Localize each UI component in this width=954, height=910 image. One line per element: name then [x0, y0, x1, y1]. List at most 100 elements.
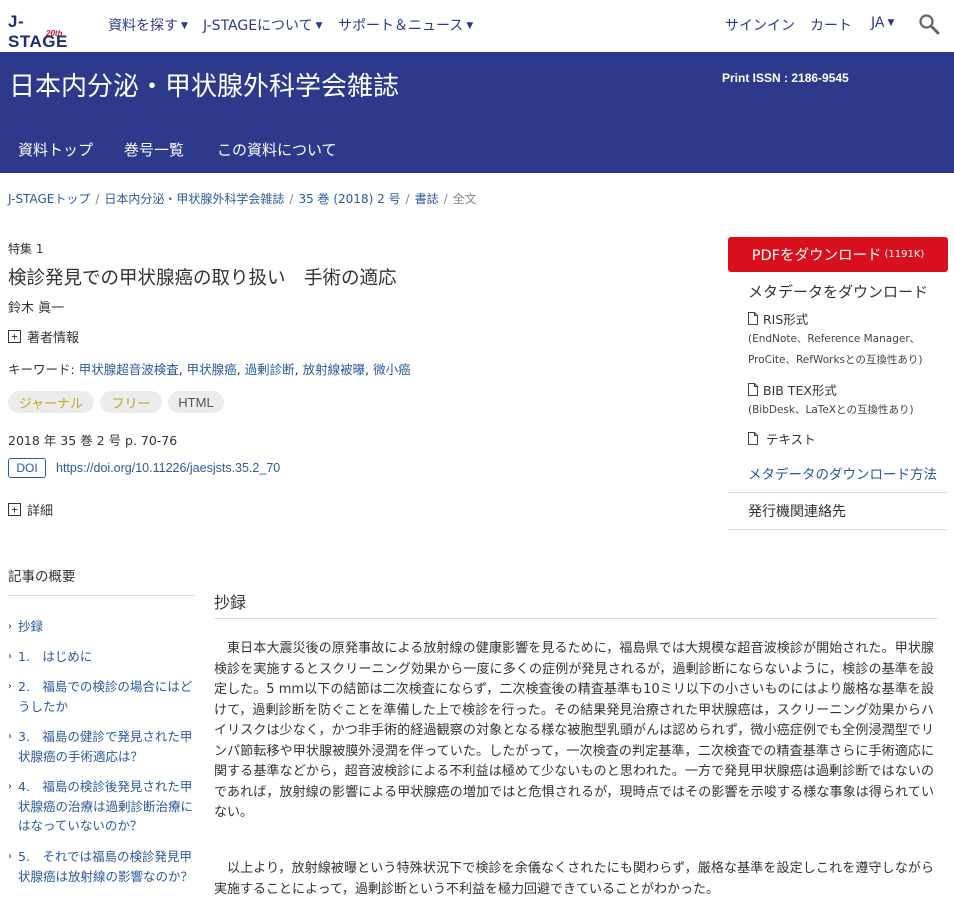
tag-free: フリー: [100, 391, 162, 413]
pdf-label: PDFをダウンロード: [751, 248, 882, 264]
outline-item-abstract[interactable]: › 抄録: [8, 617, 198, 637]
ris-compat-note: ProCite、RefWorksとの互換性あり): [748, 354, 923, 366]
pdf-size: (1191K): [884, 249, 925, 260]
text-download-link[interactable]: テキスト: [748, 429, 816, 448]
caret-down-icon: ▼: [181, 21, 188, 31]
breadcrumb-journal[interactable]: 日本内分泌・甲状腺外科学会雑誌: [104, 192, 284, 206]
divider: [728, 492, 948, 493]
metadata-download-heading: メタデータをダウンロード: [748, 283, 929, 301]
outline-item-label: 抄録: [18, 619, 44, 634]
outline-title: 記事の概要: [8, 569, 76, 585]
outline-item-label: 1. はじめに: [18, 649, 93, 664]
tab-journal-top[interactable]: 資料トップ: [18, 139, 93, 160]
ris-compat-note: (EndNote、Reference Manager、: [748, 333, 921, 345]
tag-journal: ジャーナル: [8, 391, 94, 413]
keyword-link[interactable]: 甲状腺癌: [187, 362, 237, 377]
breadcrumb-issue[interactable]: 35 巻 (2018) 2 号: [298, 192, 400, 206]
nav-label: サポート＆ニュース: [338, 18, 464, 34]
keyword-link[interactable]: 微小癌: [373, 362, 411, 377]
logo-badge: 20th: [46, 29, 63, 38]
keywords: キーワード: 甲状腺超音波検査, 甲状腺癌, 過剰診断, 放射線被曝, 微小癌: [8, 362, 411, 377]
divider: [214, 618, 938, 619]
signin-link[interactable]: サインイン: [725, 15, 795, 35]
divider: [8, 595, 195, 596]
nav-about-jstage[interactable]: J-STAGEについて ▼: [203, 15, 323, 35]
outline-item-section-3[interactable]: › 3. 福島の健診で発見された甲状腺癌の手術適応は？: [8, 727, 198, 766]
breadcrumb-separator: /: [289, 192, 294, 206]
file-icon: [748, 432, 758, 445]
breadcrumb: J-STAGEトップ / 日本内分泌・甲状腺外科学会雑誌 / 35 巻 (2018) 2…: [8, 190, 477, 207]
caret-down-icon: ▼: [887, 18, 895, 28]
nav-support-news[interactable]: サポート＆ニュース ▼: [338, 15, 473, 35]
bibtex-download-link[interactable]: BIB TEX形式: [748, 380, 837, 399]
journal-title[interactable]: 日本内分泌・甲状腺外科学会雑誌: [9, 66, 399, 103]
publisher-contact-link[interactable]: 発行機関連絡先: [748, 501, 846, 521]
tab-issue-list[interactable]: 巻号一覧: [124, 139, 184, 160]
article-title: 検診発見での甲状腺癌の取り扱い 手術の適応: [8, 268, 397, 289]
outline-item-label: 2. 福島での検診の場合にはどうしたか: [18, 679, 193, 714]
abstract-paragraph: 以上より，放射線被曝という特殊状況下で検診を余儀なくされたにも関わらず，厳格な基…: [214, 861, 934, 897]
outline-item-section-4[interactable]: › 4. 福島の検診後発見された甲状腺癌の治療は過剰診断治療にはなっていないのか？: [8, 777, 198, 836]
chevron-right-icon: ›: [8, 731, 12, 742]
author-name: 鈴木 眞一: [8, 301, 65, 316]
details-label: 詳細: [27, 504, 54, 519]
logo-text: J-STAGE: [8, 12, 68, 51]
top-navigation: J-STAGE 20th 資料を探す ▼ J-STAGEについて ▼ サポート＆ニュ…: [0, 0, 954, 52]
doi-link[interactable]: https://doi.org/10.11226/jaesjsts.35.2_7…: [56, 461, 280, 475]
abstract-paragraph: 東日本大震災後の原発事故による放射線の健康影響を見るために，福島県では大規模な超…: [214, 641, 934, 820]
details-toggle[interactable]: + 詳細: [8, 500, 53, 519]
breadcrumb-separator: /: [405, 192, 410, 206]
search-icon[interactable]: [918, 13, 940, 35]
nav-label: J-STAGEについて: [203, 18, 313, 34]
nav-search-resources[interactable]: 資料を探す ▼: [108, 15, 188, 35]
tab-about-journal[interactable]: この資料について: [217, 139, 337, 160]
ris-label: RIS形式: [763, 312, 809, 327]
chevron-right-icon: ›: [8, 781, 12, 792]
language-selector[interactable]: JA ▼: [871, 15, 894, 31]
text-label: テキスト: [766, 432, 816, 447]
chevron-right-icon: ›: [8, 851, 12, 862]
jstage-logo[interactable]: J-STAGE 20th: [8, 12, 80, 51]
breadcrumb-bibliography[interactable]: 書誌: [415, 192, 439, 206]
outline-item-label: 5. それでは福島の検診発見甲状腺癌は放射線の影響なのか？: [18, 849, 194, 884]
file-icon: [748, 383, 758, 396]
nav-label: 資料を探す: [108, 18, 178, 34]
breadcrumb-current: 全文: [452, 192, 477, 206]
feature-label: 特集 1: [8, 242, 44, 256]
caret-down-icon: ▼: [315, 21, 323, 31]
outline-item-label: 3. 福島の健診で発見された甲状腺癌の手術適応は？: [18, 729, 193, 764]
plus-icon: +: [8, 503, 21, 516]
plus-icon: +: [8, 330, 21, 343]
file-icon: [748, 312, 758, 325]
chevron-right-icon: ›: [8, 621, 12, 632]
breadcrumb-separator: /: [95, 192, 100, 206]
bibtex-compat-note: (BibDesk、LaTeXとの互換性あり): [748, 404, 914, 416]
volume-info: 2018 年 35 巻 2 号 p. 70-76: [8, 433, 178, 448]
cart-link[interactable]: カート: [810, 15, 852, 35]
chevron-right-icon: ›: [8, 681, 12, 692]
pdf-download-button[interactable]: PDFをダウンロード (1191K): [728, 237, 948, 272]
ris-download-link[interactable]: RIS形式: [748, 309, 808, 328]
breadcrumb-jstage-top[interactable]: J-STAGEトップ: [8, 192, 90, 206]
caret-down-icon: ▼: [466, 21, 474, 31]
issn: Print ISSN : 2186-9545: [722, 71, 849, 85]
bibtex-label: BIB TEX形式: [763, 383, 837, 398]
tag-html: HTML: [168, 391, 224, 413]
outline-item-section-2[interactable]: › 2. 福島での検診の場合にはどうしたか: [8, 677, 198, 716]
lang-label: JA: [871, 15, 885, 31]
outline-item-label: 4. 福島の検診後発見された甲状腺癌の治療は過剰診断治療にはなっていないのか？: [18, 779, 194, 833]
keyword-link[interactable]: 過剰診断: [245, 362, 295, 377]
keywords-label: キーワード:: [8, 362, 75, 377]
metadata-howto-link[interactable]: メタデータのダウンロード方法: [748, 463, 937, 483]
keyword-link[interactable]: 放射線被曝: [303, 362, 366, 377]
outline-item-section-5[interactable]: › 5. それでは福島の検診発見甲状腺癌は放射線の影響なのか？: [8, 847, 198, 886]
keyword-link[interactable]: 甲状腺超音波検査: [79, 362, 179, 377]
author-info-label: 著者情報: [27, 331, 80, 346]
outline-item-intro[interactable]: › 1. はじめに: [8, 647, 198, 667]
doi-badge: DOI: [8, 458, 46, 478]
breadcrumb-separator: /: [443, 192, 448, 206]
author-info-toggle[interactable]: + 著者情報: [8, 327, 79, 346]
chevron-right-icon: ›: [8, 651, 12, 662]
abstract-heading: 抄録: [214, 593, 247, 612]
divider: [728, 529, 948, 530]
